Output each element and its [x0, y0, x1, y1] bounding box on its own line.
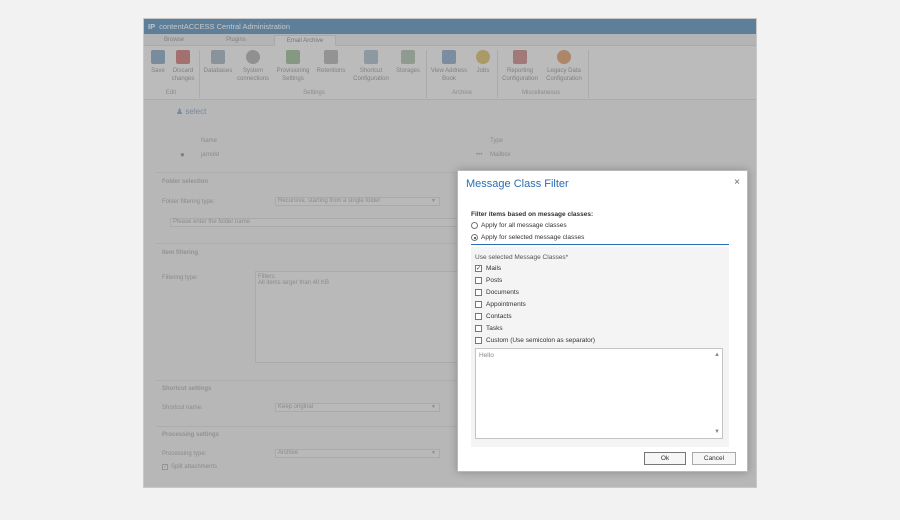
tasks-label: Tasks [486, 325, 503, 332]
checkbox-appointments[interactable]: Appointments [475, 301, 526, 308]
checkbox-custom[interactable]: Custom (Use semicolon as separator) [475, 337, 595, 344]
checkbox-unchecked-icon [475, 313, 482, 320]
cancel-button[interactable]: Cancel [692, 452, 736, 465]
contacts-label: Contacts [486, 313, 512, 320]
dialog-title: Message Class Filter [466, 178, 569, 190]
scroll-up-icon[interactable]: ▲ [714, 352, 720, 358]
use-selected-label: Use selected Message Classes* [475, 254, 569, 261]
checkbox-unchecked-icon [475, 325, 482, 332]
checkbox-unchecked-icon [475, 277, 482, 284]
custom-label: Custom (Use semicolon as separator) [486, 337, 596, 344]
radio-all-classes[interactable]: Apply for all message classes [471, 222, 567, 229]
radio-on-icon [471, 234, 478, 241]
checkbox-contacts[interactable]: Contacts [475, 313, 512, 320]
mails-label: Mails [486, 265, 502, 272]
checkbox-tasks[interactable]: Tasks [475, 325, 503, 332]
radio-selected-classes[interactable]: Apply for selected message classes [471, 234, 584, 241]
documents-label: Documents [486, 289, 519, 296]
close-icon[interactable]: × [734, 177, 740, 188]
message-class-filter-dialog: Message Class Filter × Filter items base… [457, 170, 748, 472]
checkbox-unchecked-icon [475, 337, 482, 344]
checkbox-checked-icon: ✓ [475, 265, 482, 272]
filter-items-label: Filter items based on message classes: [471, 211, 594, 218]
checkbox-unchecked-icon [475, 289, 482, 296]
selection-divider [471, 244, 729, 245]
appointments-label: Appointments [486, 301, 526, 308]
posts-label: Posts [486, 277, 503, 284]
dialog-body: Message Class Filter × Filter items base… [458, 171, 747, 471]
radio-off-icon [471, 222, 478, 229]
checkbox-mails[interactable]: ✓ Mails [475, 265, 501, 272]
checkbox-documents[interactable]: Documents [475, 289, 519, 296]
checkbox-unchecked-icon [475, 301, 482, 308]
ok-button[interactable]: Ok [644, 452, 686, 465]
scroll-down-icon[interactable]: ▼ [714, 429, 720, 435]
custom-text-value: Hello [479, 352, 494, 359]
custom-classes-textarea[interactable]: Hello ▲ ▼ [475, 348, 723, 439]
radio-selected-label: Apply for selected message classes [481, 234, 585, 241]
checkbox-posts[interactable]: Posts [475, 277, 502, 284]
radio-all-label: Apply for all message classes [481, 222, 567, 229]
